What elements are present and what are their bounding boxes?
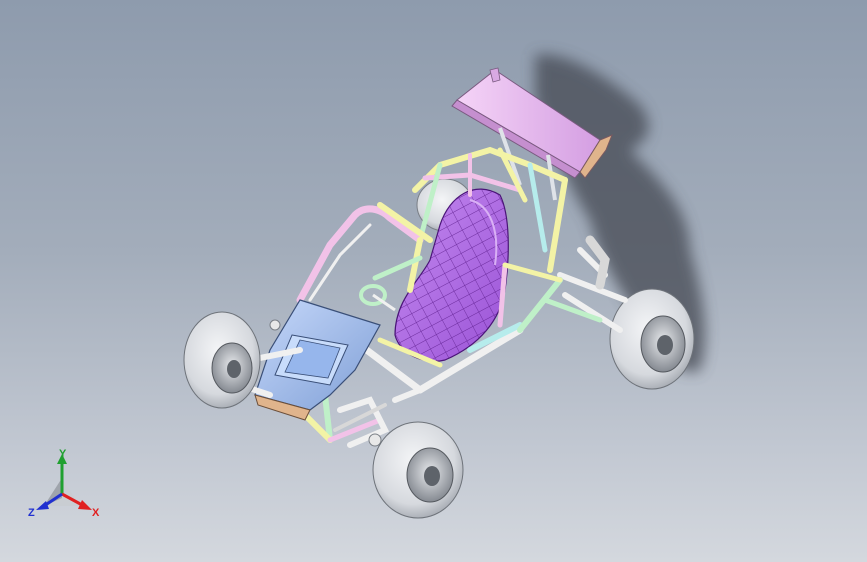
buggy-model[interactable] bbox=[0, 0, 867, 562]
steering-wheel[interactable] bbox=[359, 284, 396, 312]
triad-z-label: Z bbox=[28, 507, 35, 519]
front-right-wheel[interactable] bbox=[372, 421, 464, 519]
rear-right-wheel[interactable] bbox=[609, 288, 695, 390]
graphics-viewport[interactable]: Y X Z bbox=[0, 0, 867, 562]
triad-x-label: X bbox=[92, 507, 100, 519]
triad-y-label: Y bbox=[59, 448, 67, 460]
coordinate-triad: Y X Z bbox=[22, 448, 112, 528]
